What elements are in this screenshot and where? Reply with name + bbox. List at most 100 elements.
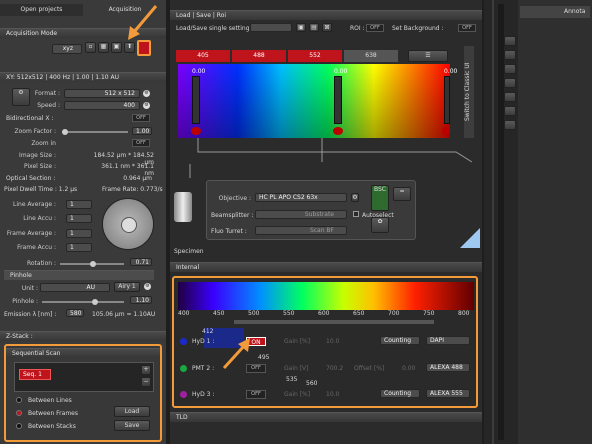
objective-settings-icon[interactable]: ⚙	[351, 193, 359, 202]
laser-list-icon[interactable]: ☰	[408, 50, 448, 62]
annotation-tab[interactable]: Annota	[520, 6, 590, 18]
tool-icon-3[interactable]	[504, 64, 516, 74]
pmt2-color-dot	[180, 365, 187, 372]
tool-icon-2[interactable]	[504, 50, 516, 60]
line-avg-value: 1	[70, 201, 74, 208]
remove-sequence-button[interactable]: −	[141, 377, 151, 387]
fluo-turret-select[interactable]: Scan BF	[255, 226, 347, 235]
line-avg-select[interactable]: 1	[66, 200, 92, 209]
pan-center-button[interactable]	[121, 217, 137, 233]
laser-tab-552[interactable]: 552	[288, 50, 342, 62]
slider-488-indicator	[333, 127, 343, 135]
scan-mode-select[interactable]: xyz	[52, 44, 82, 54]
line-accu-value: 1	[70, 215, 74, 222]
airy-button[interactable]: Airy 1	[114, 282, 140, 292]
laser-tab-638-label: 638	[365, 52, 377, 59]
save-button[interactable]: Save	[114, 420, 150, 431]
tool-icon-4[interactable]	[504, 78, 516, 88]
zoom-input[interactable]: 1.00	[132, 127, 152, 135]
format-gear-icon[interactable]: ⚙	[143, 90, 150, 97]
pmt2-dye-select[interactable]: ALEXA 488	[426, 363, 470, 372]
between-frames-radio[interactable]	[16, 410, 22, 416]
mode-btn-4[interactable]: ⬆	[124, 42, 135, 53]
tab-open-projects[interactable]: Open projects	[0, 4, 83, 16]
speed-gear-icon[interactable]: ⚙	[143, 102, 150, 109]
hyd1-dye-select[interactable]: DAPI	[426, 336, 470, 345]
zoomin-toggle[interactable]: OFF	[132, 139, 150, 147]
format-select[interactable]: 512 x 512	[64, 89, 140, 98]
sequential-scan-header[interactable]: Sequential Scan	[6, 348, 160, 358]
pinhole-gear-icon[interactable]: ⚙	[144, 283, 151, 290]
slider-488-value: 0.00	[334, 68, 348, 75]
tool-icon-5[interactable]	[504, 92, 516, 102]
add-sequence-button[interactable]: +	[141, 365, 151, 375]
slider-552[interactable]	[444, 76, 450, 124]
mode-btn-3[interactable]: ▣	[111, 42, 122, 53]
internal-header[interactable]: Internal	[170, 262, 482, 272]
mode-btn-1[interactable]: ▫	[85, 42, 96, 53]
emission-input[interactable]: 580	[66, 309, 84, 317]
frame-avg-select[interactable]: 1	[66, 229, 92, 238]
sequence-list: Seq. 1 + −	[14, 362, 154, 392]
autoselect-checkbox[interactable]	[353, 211, 359, 217]
frame-accu-label: Frame Accu :	[17, 244, 56, 251]
tool-icon-1[interactable]	[504, 36, 516, 46]
hyd3-toggle[interactable]: OFF	[246, 390, 266, 399]
load-button[interactable]: Load	[114, 406, 150, 417]
bidir-toggle[interactable]: OFF	[132, 114, 150, 122]
laser-tab-638[interactable]: 638	[344, 50, 398, 62]
laser-tabs: 405 488 552 638 ☰	[176, 50, 452, 62]
switch-classic-ui-button[interactable]: Switch to Classic UI	[464, 46, 474, 138]
tick-700: 700	[388, 310, 400, 317]
tld-header[interactable]: TLD	[170, 412, 482, 422]
speed-select[interactable]: 400	[64, 101, 140, 110]
params-header[interactable]: XY: 512x512 | 400 Hz | 1.00 | 1.10 AU	[0, 72, 166, 82]
save-setting-icon[interactable]: ▣	[296, 23, 306, 32]
laser-tab-552-label: 552	[309, 52, 321, 59]
frame-rate: Frame Rate: 0.773/s	[102, 186, 163, 193]
image-size-label: Image Size :	[19, 152, 56, 159]
zoom-slider[interactable]	[62, 129, 128, 135]
line-accu-select[interactable]: 1	[66, 214, 92, 223]
sequential-mode-button[interactable]	[137, 40, 151, 56]
frame-accu-select[interactable]: 1	[66, 243, 92, 252]
viewer-tool-icons	[504, 36, 516, 136]
mode-btn-2[interactable]: ▦	[98, 42, 109, 53]
right-divider	[492, 0, 494, 444]
arrow-annotation-icon	[128, 5, 158, 40]
pinhole-input[interactable]: 1.10	[130, 296, 152, 304]
zoom-knob[interactable]	[62, 129, 68, 135]
rotation-slider[interactable]	[60, 261, 124, 267]
pan-wheel[interactable]	[102, 198, 154, 250]
objective-select[interactable]: HC PL APO CS2 63x	[255, 193, 347, 202]
tool-icon-6[interactable]	[504, 106, 516, 116]
hyd3-mode-select[interactable]: Counting	[380, 389, 420, 398]
between-stacks-radio[interactable]	[16, 423, 22, 429]
pinhole-knob[interactable]	[92, 299, 98, 305]
histogram-icon[interactable]	[504, 120, 516, 130]
rotation-knob[interactable]	[90, 261, 96, 267]
unit-select[interactable]: AU	[40, 283, 110, 292]
slider-488[interactable]	[334, 76, 342, 124]
pinhole-header: Pinhole	[4, 270, 154, 280]
load-save-roi-header[interactable]: Load | Save | Roi	[170, 10, 482, 20]
zstack-header[interactable]: Z-Stack :	[0, 331, 166, 341]
set-bg-toggle[interactable]: OFF	[458, 24, 476, 32]
load-save-select[interactable]	[250, 23, 292, 32]
pinhole-slider[interactable]	[42, 299, 124, 305]
hyd3-dye-select[interactable]: ALEXA 555	[426, 389, 470, 398]
hyd1-mode-select[interactable]: Counting	[380, 336, 420, 345]
sequence-item[interactable]: Seq. 1	[19, 369, 51, 380]
pmt2-toggle[interactable]: OFF	[246, 364, 266, 373]
laser-tab-488[interactable]: 488	[232, 50, 286, 62]
annotation-label: Annota	[564, 8, 586, 15]
slider-405[interactable]	[192, 76, 200, 124]
roi-toggle[interactable]: OFF	[366, 24, 384, 32]
beamsplitter-select[interactable]: Substrate	[255, 210, 347, 219]
laser-tab-405[interactable]: 405	[176, 50, 230, 62]
switch-classic-label: Switch to Classic UI	[464, 62, 471, 122]
delete-icon[interactable]: ⊠	[322, 23, 332, 32]
folder-icon[interactable]: ▤	[309, 23, 319, 32]
between-lines-radio[interactable]	[16, 397, 22, 403]
rotation-input[interactable]: 0.71	[130, 258, 152, 266]
